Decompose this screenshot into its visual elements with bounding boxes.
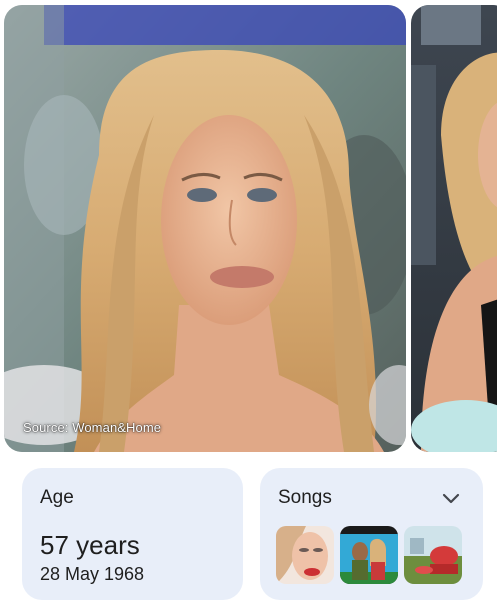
image-carousel[interactable]: Source: Woman&Home xyxy=(0,0,497,452)
main-photo[interactable]: Source: Woman&Home xyxy=(4,5,406,452)
song-thumbnail-2[interactable] xyxy=(340,526,398,584)
age-value: 57 years xyxy=(40,530,140,560)
song-thumbnail-1[interactable] xyxy=(276,526,334,584)
age-card[interactable]: Age 57 years 28 May 1968 xyxy=(22,468,243,600)
image-source-label: Source: Woman&Home xyxy=(23,420,162,435)
songs-card[interactable]: Songs xyxy=(260,468,483,600)
songs-title: Songs xyxy=(278,487,332,508)
song-thumbnails xyxy=(276,526,462,584)
age-title: Age xyxy=(40,487,74,508)
song-thumbnail-3[interactable] xyxy=(404,526,462,584)
chevron-down-icon[interactable] xyxy=(441,488,461,508)
birth-date: 28 May 1968 xyxy=(40,564,145,584)
secondary-photo[interactable] xyxy=(411,5,497,452)
